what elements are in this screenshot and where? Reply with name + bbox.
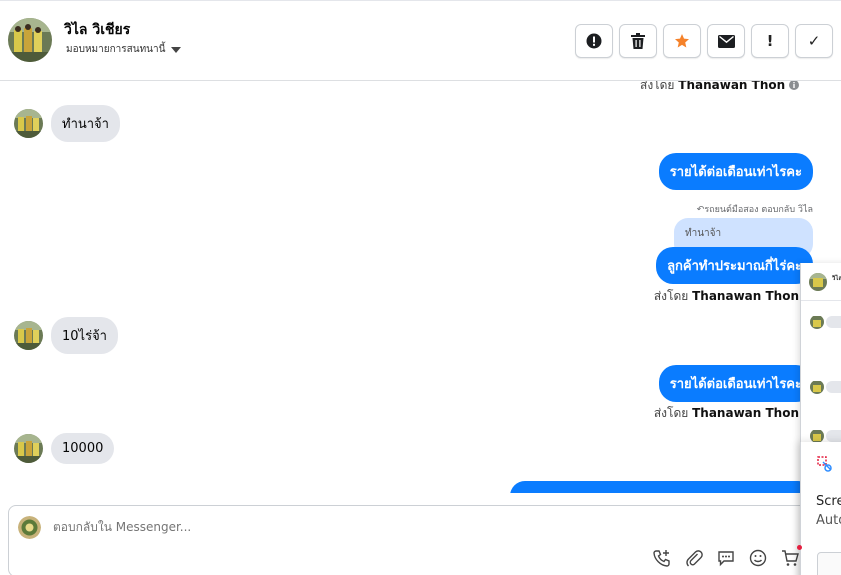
toast-title: Scre — [816, 494, 841, 509]
star-icon — [675, 34, 689, 48]
sent-by-label: ส่งโดย Thanawan Thon — [653, 406, 799, 420]
info-icon[interactable] — [789, 81, 799, 90]
composer-toolbar — [652, 548, 800, 568]
sent-by-label: ส่งโดย Thanawan Thon — [653, 289, 799, 303]
screenshot-toast[interactable]: Scre Auto — [800, 442, 841, 575]
message-bubble-incoming[interactable]: 10ไร่จ้า — [51, 317, 118, 354]
message-row-incoming: 10000 — [14, 433, 115, 464]
side-message-pill — [826, 316, 841, 328]
snipping-tool-icon — [817, 456, 832, 472]
chat-bubble-icon[interactable] — [716, 548, 736, 568]
message-bubble-incoming[interactable]: 10000 — [51, 433, 115, 464]
mark-spam-button[interactable] — [575, 24, 613, 58]
envelope-icon — [717, 34, 735, 48]
reply-input[interactable] — [53, 520, 613, 534]
contact-avatar[interactable] — [8, 18, 52, 62]
paperclip-icon[interactable] — [684, 548, 704, 568]
follow-up-button[interactable]: ! — [751, 24, 789, 58]
page-avatar — [18, 516, 41, 539]
messenger-inbox: วิไล วิเชียร มอบหมายการสนทนานี้ ! ✓ ส่งโ… — [0, 0, 841, 575]
side-avatar — [810, 315, 824, 329]
side-avatar — [810, 429, 824, 443]
mark-done-button[interactable]: ✓ — [795, 24, 833, 58]
message-row-incoming: 10ไร่จ้า — [14, 317, 118, 354]
phone-plus-icon[interactable] — [652, 548, 672, 568]
message-bubble-outgoing-partial[interactable] — [510, 481, 813, 493]
trash-icon — [631, 33, 645, 49]
side-message-pill — [826, 381, 841, 393]
conversation-header: วิไล วิเชียร มอบหมายการสนทนานี้ ! ✓ — [0, 0, 841, 81]
exclamation-icon: ! — [766, 32, 774, 50]
side-panel-header: วิไล — [801, 263, 841, 301]
contact-avatar-small — [14, 109, 43, 138]
message-bubble-outgoing[interactable]: รายได้ต่อเดือนเท่าไรคะ — [658, 153, 813, 190]
side-avatar — [810, 380, 824, 394]
message-row-incoming: ทำนาจ้า — [14, 105, 120, 142]
caret-down-icon — [171, 46, 182, 53]
reply-context-label: ↶รถยนต์มือสอง ตอบกลับ วิไล — [696, 205, 813, 215]
toast-thumbnail[interactable] — [817, 552, 841, 575]
emoji-icon[interactable] — [748, 548, 768, 568]
side-title: วิไล — [832, 275, 841, 282]
delete-button[interactable] — [619, 24, 657, 58]
mark-unread-button[interactable] — [707, 24, 745, 58]
header-actions: ! ✓ — [575, 24, 833, 58]
check-icon: ✓ — [807, 32, 821, 50]
contact-name: วิไล วิเชียร — [64, 22, 131, 38]
side-avatar — [809, 273, 827, 291]
contact-avatar-small — [14, 434, 43, 463]
assign-label: มอบหมายการสนทนานี้ — [66, 44, 166, 55]
notification-dot — [797, 545, 802, 550]
toast-subtitle: Auto — [816, 513, 841, 528]
side-message-pill — [826, 430, 841, 442]
contact-avatar-small — [14, 321, 43, 350]
message-bubble-outgoing[interactable]: รายได้ต่อเดือนเท่าไรคะ — [658, 365, 813, 402]
assign-conversation-dropdown[interactable]: มอบหมายการสนทนานี้ — [66, 42, 182, 57]
shopping-cart-icon[interactable] — [780, 548, 800, 568]
message-bubble-outgoing[interactable]: ลูกค้าทำประมาณกี่ไร่คะ — [656, 247, 813, 284]
star-button[interactable] — [663, 24, 701, 58]
sent-by-label: ส่งโดย Thanawan Thon — [640, 81, 799, 95]
message-thread[interactable]: ส่งโดย Thanawan Thon ทำนาจ้า รายได้ต่อเด… — [0, 81, 841, 493]
alert-circle-icon — [586, 33, 602, 49]
reply-composer — [8, 505, 808, 575]
message-bubble-incoming[interactable]: ทำนาจ้า — [51, 105, 120, 142]
